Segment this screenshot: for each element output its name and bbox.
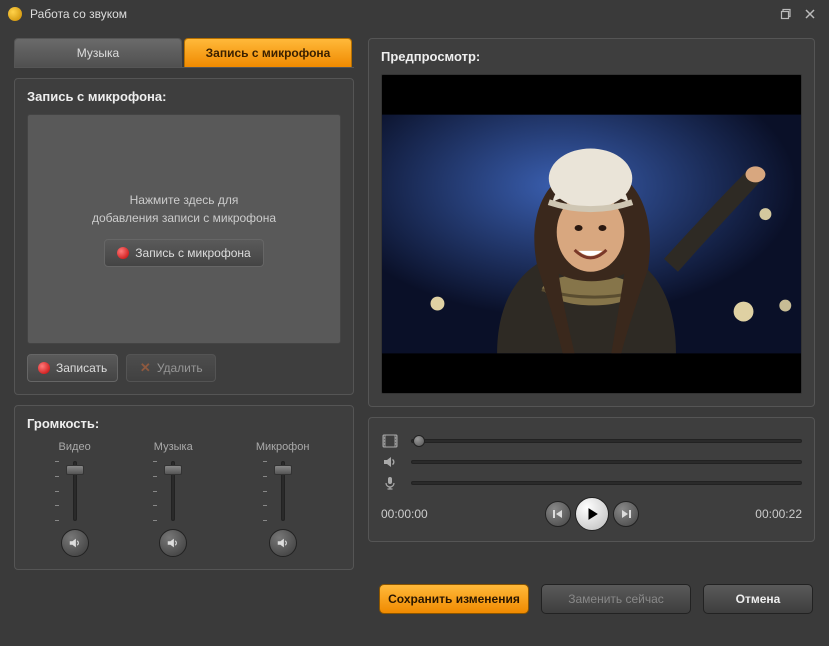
record-panel-title: Запись с микрофона: (27, 89, 341, 104)
volume-panel: Громкость: Видео Музыка (14, 405, 354, 570)
cancel-button[interactable]: Отмена (703, 584, 813, 614)
volume-music-mute[interactable] (159, 529, 187, 557)
video-position-slider[interactable] (411, 434, 802, 448)
volume-video-mute[interactable] (61, 529, 89, 557)
recording-dropzone[interactable]: Нажмите здесь для добавления записи с ми… (27, 114, 341, 344)
footer: Сохранить изменения Заменить сейчас Отме… (0, 570, 829, 628)
next-button[interactable] (613, 501, 639, 527)
mic-icon (381, 475, 399, 491)
replace-now-button[interactable]: Заменить сейчас (541, 584, 691, 614)
speaker-icon (381, 454, 399, 470)
playback-controls (545, 497, 639, 531)
volume-microphone: Микрофон (256, 441, 310, 557)
record-icon (117, 247, 129, 259)
delete-button-label: Удалить (157, 361, 203, 375)
record-panel: Запись с микрофона: Нажмите здесь для до… (14, 78, 354, 395)
mic-position-slider[interactable] (411, 476, 802, 490)
volume-video-label: Видео (59, 441, 91, 453)
video-preview[interactable] (381, 74, 802, 394)
music-position-slider[interactable] (411, 455, 802, 469)
window-title: Работа со звуком (30, 7, 773, 21)
volume-music: Музыка (154, 441, 193, 557)
play-button[interactable] (575, 497, 609, 531)
preview-panel: Предпросмотр: (368, 38, 815, 407)
delete-icon: ✕ (140, 360, 151, 376)
volume-microphone-slider[interactable] (271, 461, 295, 521)
tab-music[interactable]: Музыка (14, 38, 182, 67)
titlebar: Работа со звуком (0, 0, 829, 28)
app-icon (8, 7, 22, 21)
prev-button[interactable] (545, 501, 571, 527)
window-close-button[interactable] (799, 5, 821, 23)
record-from-mic-label: Запись с микрофона (135, 246, 250, 260)
window-restore-button[interactable] (775, 5, 797, 23)
source-tabs: Музыка Запись с микрофона (14, 38, 354, 68)
volume-panel-title: Громкость: (27, 416, 341, 431)
delete-button[interactable]: ✕ Удалить (126, 354, 216, 382)
preview-title: Предпросмотр: (381, 49, 802, 64)
volume-music-label: Музыка (154, 441, 193, 453)
volume-music-slider[interactable] (161, 461, 185, 521)
record-button-label: Записать (56, 361, 107, 375)
recording-hint: Нажмите здесь для добавления записи с ми… (92, 191, 276, 227)
timeline-panel: 00:00:00 00:00:22 (368, 417, 815, 542)
film-icon (381, 433, 399, 449)
volume-microphone-label: Микрофон (256, 441, 310, 453)
record-icon (38, 362, 50, 374)
time-current: 00:00:00 (381, 507, 428, 521)
volume-video-slider[interactable] (63, 461, 87, 521)
save-button[interactable]: Сохранить изменения (379, 584, 529, 614)
volume-video: Видео (59, 441, 91, 557)
volume-microphone-mute[interactable] (269, 529, 297, 557)
record-from-mic-button[interactable]: Запись с микрофона (104, 239, 263, 267)
time-total: 00:00:22 (755, 507, 802, 521)
tab-microphone[interactable]: Запись с микрофона (184, 38, 352, 67)
record-button[interactable]: Записать (27, 354, 118, 382)
